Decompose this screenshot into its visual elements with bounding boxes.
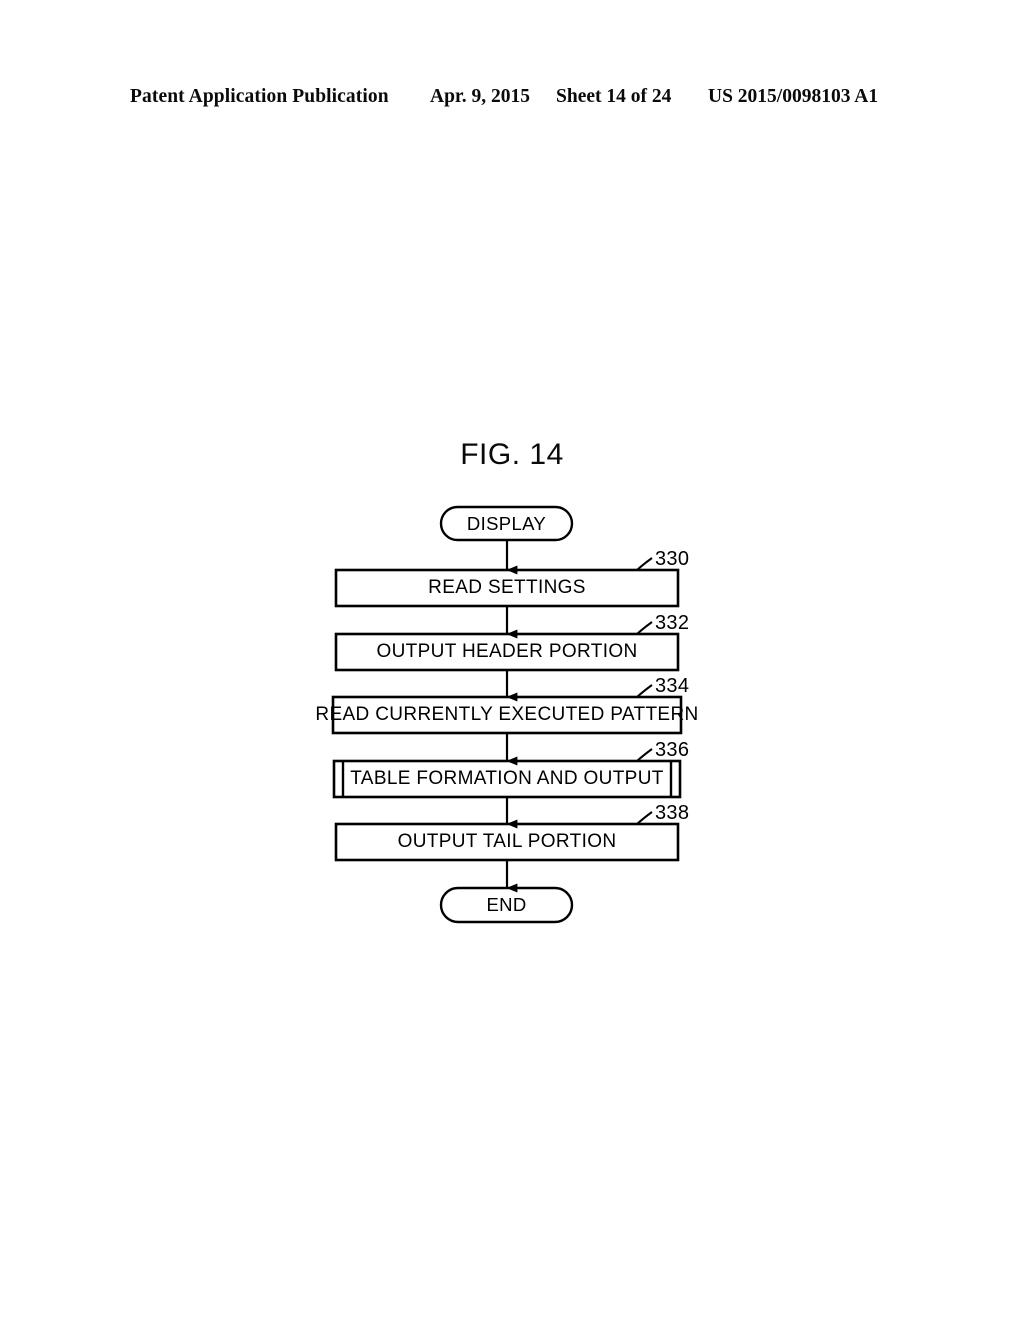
reference-number-330: 330 [655, 548, 690, 570]
leader-line-334 [636, 684, 653, 698]
reference-number-334: 334 [655, 675, 690, 697]
leader-line-330 [636, 557, 653, 571]
leader-line-332 [636, 621, 653, 635]
leader-line-338 [636, 811, 653, 825]
flowchart-diagram: DISPLAY READ SETTINGS OUTPUT HEADER PORT… [0, 0, 1024, 1320]
reference-number-332: 332 [655, 612, 690, 634]
node-s334-label: READ CURRENTLY EXECUTED PATTERN [315, 704, 699, 725]
reference-number-338: 338 [655, 802, 690, 824]
node-s338-label: OUTPUT TAIL PORTION [397, 831, 617, 852]
node-s330-label: READ SETTINGS [428, 577, 586, 598]
leader-line-336 [636, 748, 653, 762]
node-s336-label: TABLE FORMATION AND OUTPUT [350, 768, 664, 789]
reference-number-336: 336 [655, 739, 690, 761]
node-start-label: DISPLAY [466, 512, 547, 534]
node-end-label: END [486, 894, 527, 915]
node-s332-label: OUTPUT HEADER PORTION [376, 641, 638, 662]
